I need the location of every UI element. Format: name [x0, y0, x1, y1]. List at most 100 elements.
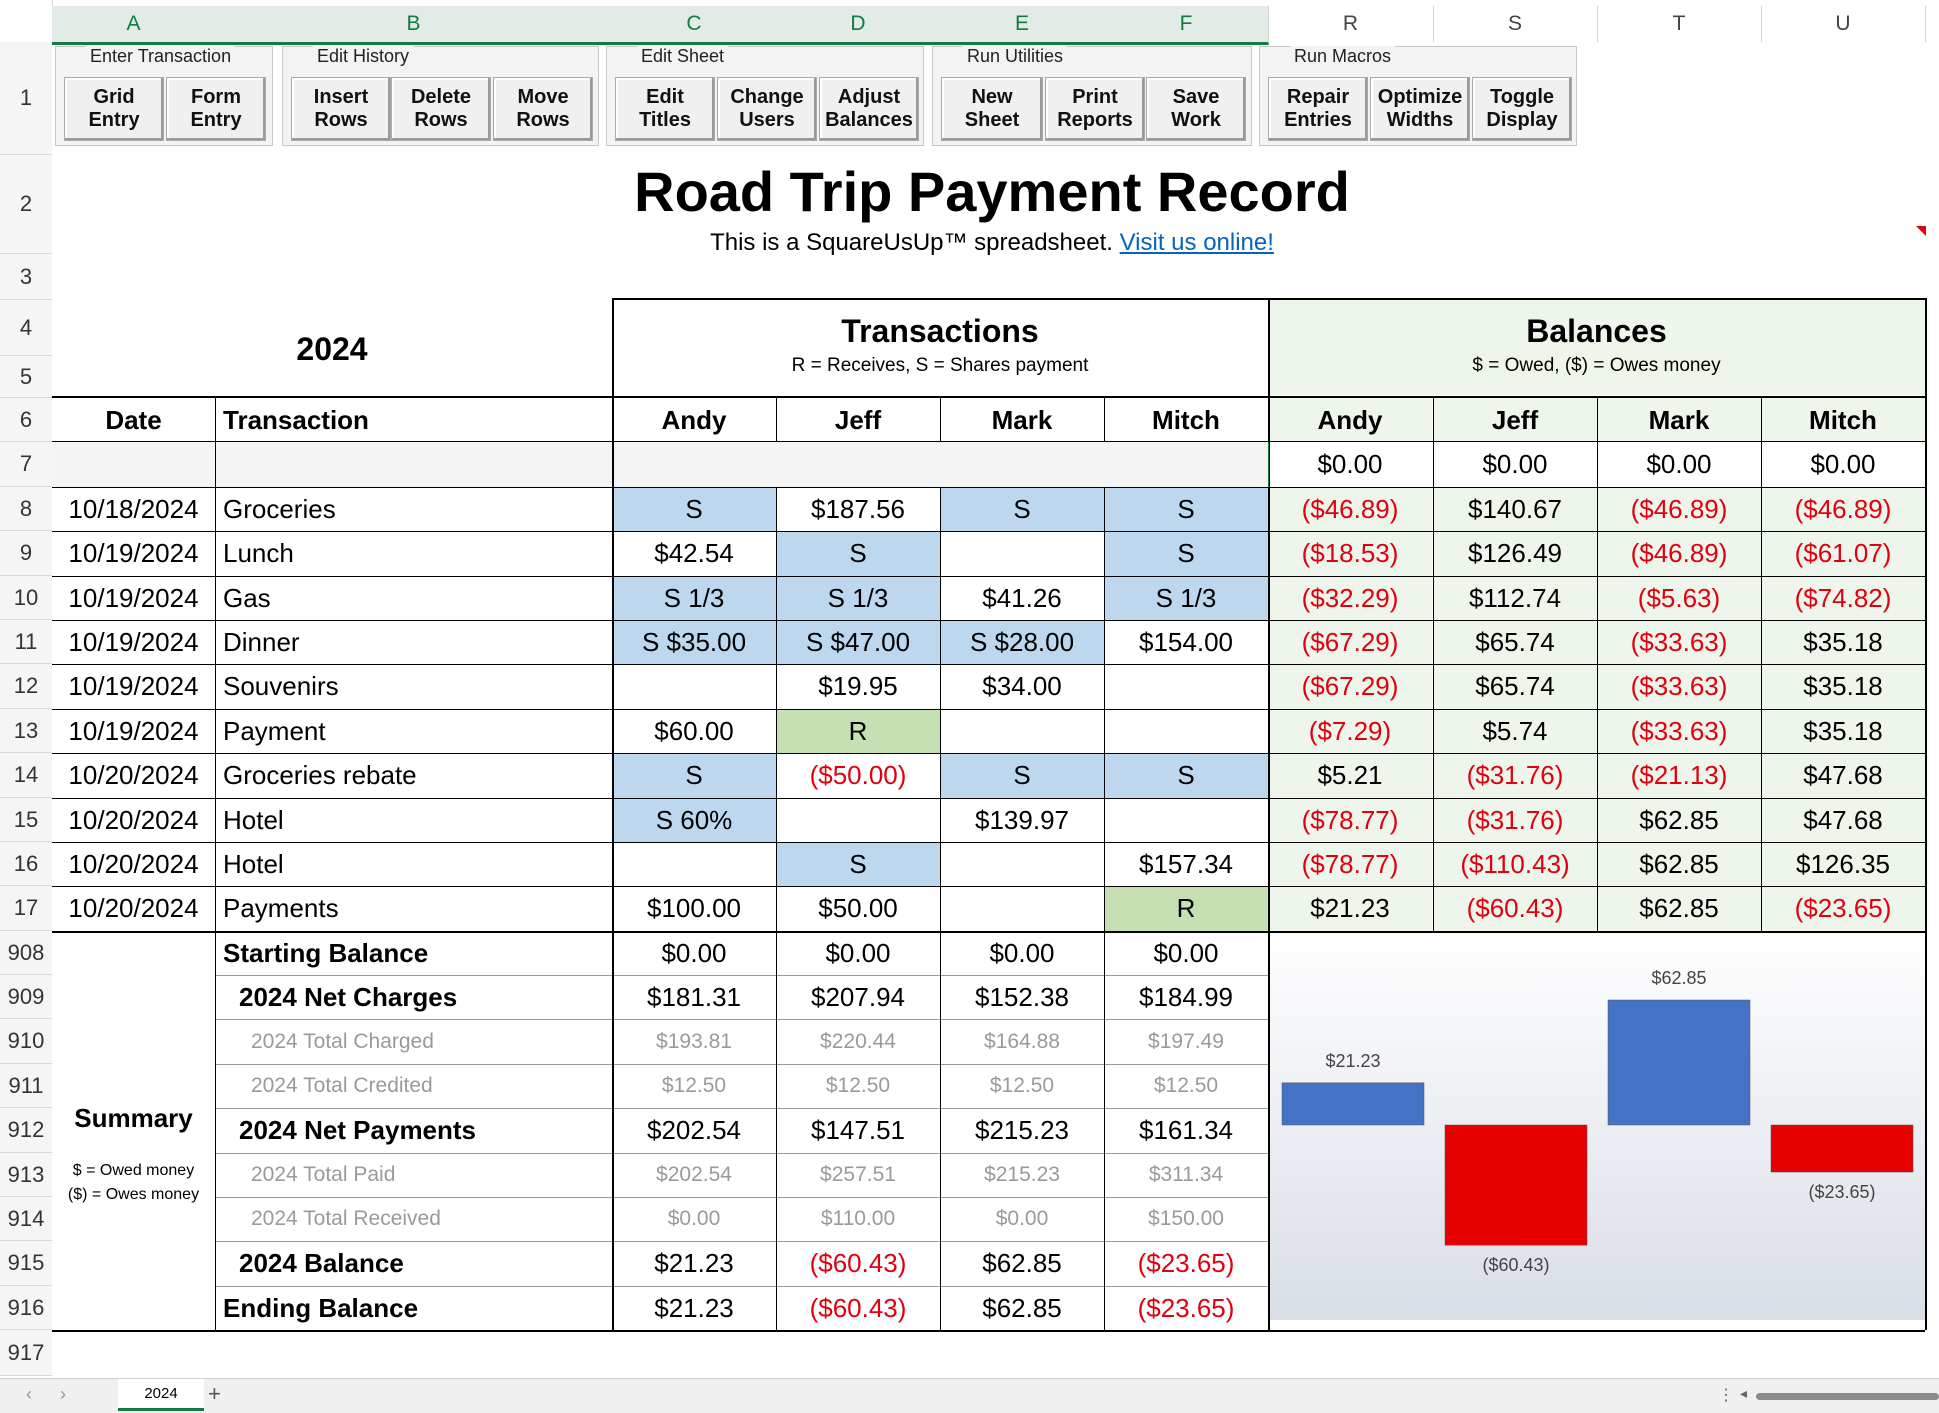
entry-cell[interactable] — [940, 842, 1104, 886]
tab-scroll-right-icon[interactable]: › — [60, 1384, 66, 1405]
row-header[interactable]: 14 — [0, 753, 52, 798]
row-header[interactable]: 17 — [0, 886, 52, 931]
entry-cell[interactable]: S — [1104, 531, 1268, 576]
row-header[interactable]: 6 — [0, 398, 52, 442]
column-header-t[interactable]: T — [1597, 6, 1762, 42]
hscroll-left-icon[interactable]: ◂ — [1740, 1385, 1747, 1402]
toolbar-button-toggle-display[interactable]: Toggle Display — [1472, 77, 1572, 141]
row-header[interactable]: 1 — [0, 42, 52, 155]
entry-cell[interactable]: R — [776, 709, 940, 753]
entry-cell[interactable] — [1104, 664, 1268, 709]
row-header[interactable]: 909 — [0, 975, 52, 1019]
entry-cell[interactable] — [940, 531, 1104, 576]
row-header[interactable]: 9 — [0, 531, 52, 576]
tab-scroll-left-icon[interactable]: ‹ — [26, 1384, 32, 1405]
sheet-tab-2024[interactable]: 2024 — [118, 1379, 204, 1411]
row-header[interactable]: 914 — [0, 1197, 52, 1241]
entry-cell[interactable] — [940, 709, 1104, 753]
row-header[interactable]: 910 — [0, 1019, 52, 1064]
column-header-f[interactable]: F — [1104, 6, 1269, 45]
entry-cell[interactable]: $41.26 — [940, 576, 1104, 620]
toolbar-button-new-sheet[interactable]: New Sheet — [941, 77, 1043, 141]
row-header[interactable]: 911 — [0, 1064, 52, 1108]
column-header-d[interactable]: D — [776, 6, 941, 45]
toolbar-button-print-reports[interactable]: Print Reports — [1045, 77, 1145, 141]
entry-cell[interactable]: ($50.00) — [776, 753, 940, 798]
entry-cell[interactable]: S $47.00 — [776, 620, 940, 664]
entry-cell[interactable]: S — [612, 753, 776, 798]
entry-cell[interactable]: S — [612, 487, 776, 531]
entry-cell[interactable]: $187.56 — [776, 487, 940, 531]
row-header[interactable]: 2 — [0, 155, 52, 254]
column-header-e[interactable]: E — [940, 6, 1105, 45]
toolbar-button-move-rows[interactable]: Move Rows — [493, 77, 593, 141]
entry-cell[interactable]: $19.95 — [776, 664, 940, 709]
entry-cell[interactable]: S — [776, 842, 940, 886]
row-header[interactable]: 916 — [0, 1286, 52, 1330]
toolbar-button-form-entry[interactable]: Form Entry — [166, 77, 266, 141]
horizontal-scrollbar[interactable] — [1756, 1393, 1939, 1400]
row-header[interactable]: 16 — [0, 842, 52, 886]
row-header[interactable]: 12 — [0, 664, 52, 709]
row-header[interactable]: 913 — [0, 1153, 52, 1197]
entry-cell[interactable]: $157.34 — [1104, 842, 1268, 886]
entry-cell[interactable]: S — [940, 753, 1104, 798]
row-header[interactable]: 10 — [0, 576, 52, 620]
entry-cell[interactable]: S — [940, 487, 1104, 531]
row-header[interactable]: 912 — [0, 1108, 52, 1153]
row-header[interactable]: 8 — [0, 487, 52, 531]
entry-cell[interactable]: $60.00 — [612, 709, 776, 753]
entry-cell[interactable]: S — [776, 531, 940, 576]
row-header[interactable]: 4 — [0, 300, 52, 356]
entry-cell[interactable]: S 1/3 — [1104, 576, 1268, 620]
toolbar-button-insert-rows[interactable]: Insert Rows — [291, 77, 391, 141]
entry-cell[interactable] — [776, 798, 940, 842]
toolbar-button-adjust-balances[interactable]: Adjust Balances — [819, 77, 919, 141]
entry-cell[interactable]: S 1/3 — [776, 576, 940, 620]
row-header[interactable]: 15 — [0, 798, 52, 842]
entry-cell[interactable] — [612, 664, 776, 709]
toolbar-button-delete-rows[interactable]: Delete Rows — [391, 77, 491, 141]
entry-cell[interactable]: S — [1104, 487, 1268, 531]
column-header-r[interactable]: R — [1268, 6, 1434, 42]
row-header[interactable]: 5 — [0, 356, 52, 398]
entry-cell[interactable]: $42.54 — [612, 531, 776, 576]
entry-cell[interactable]: S $28.00 — [940, 620, 1104, 664]
toolbar-button-optimize-widths[interactable]: Optimize Widths — [1370, 77, 1470, 141]
add-sheet-icon[interactable]: + — [208, 1381, 221, 1407]
row-header[interactable]: 915 — [0, 1241, 52, 1286]
toolbar-button-grid-entry[interactable]: Grid Entry — [64, 77, 164, 141]
entry-cell[interactable] — [1104, 798, 1268, 842]
row-header[interactable]: 908 — [0, 931, 52, 975]
entry-cell[interactable]: S 1/3 — [612, 576, 776, 620]
column-header-u[interactable]: U — [1761, 6, 1926, 42]
row-header[interactable]: 7 — [0, 442, 52, 487]
entry-cell[interactable]: $50.00 — [776, 886, 940, 931]
more-options-icon[interactable]: ⋮ — [1718, 1385, 1734, 1405]
row-header[interactable]: 11 — [0, 620, 52, 664]
visit-online-link[interactable]: Visit us online! — [1120, 229, 1274, 257]
entry-cell[interactable]: $34.00 — [940, 664, 1104, 709]
row-header[interactable]: 3 — [0, 254, 52, 300]
entry-cell[interactable] — [612, 842, 776, 886]
select-all-corner[interactable] — [0, 0, 53, 42]
column-header-a[interactable]: A — [52, 6, 216, 45]
entry-cell[interactable] — [1104, 709, 1268, 753]
toolbar-button-save-work[interactable]: Save Work — [1146, 77, 1246, 141]
column-header-s[interactable]: S — [1433, 6, 1598, 42]
toolbar-button-edit-titles[interactable]: Edit Titles — [615, 77, 715, 141]
row-header[interactable]: 917 — [0, 1330, 52, 1376]
column-header-c[interactable]: C — [612, 6, 777, 45]
entry-cell[interactable]: $154.00 — [1104, 620, 1268, 664]
comment-indicator-icon[interactable] — [1916, 226, 1926, 236]
entry-cell[interactable]: $139.97 — [940, 798, 1104, 842]
entry-cell[interactable]: R — [1104, 886, 1268, 931]
column-header-b[interactable]: B — [215, 6, 613, 45]
row-header[interactable]: 13 — [0, 709, 52, 753]
toolbar-button-change-users[interactable]: Change Users — [717, 77, 817, 141]
entry-cell[interactable]: $100.00 — [612, 886, 776, 931]
entry-cell[interactable] — [940, 886, 1104, 931]
entry-cell[interactable]: S — [1104, 753, 1268, 798]
toolbar-button-repair-entries[interactable]: Repair Entries — [1268, 77, 1368, 141]
entry-cell[interactable]: S 60% — [612, 798, 776, 842]
